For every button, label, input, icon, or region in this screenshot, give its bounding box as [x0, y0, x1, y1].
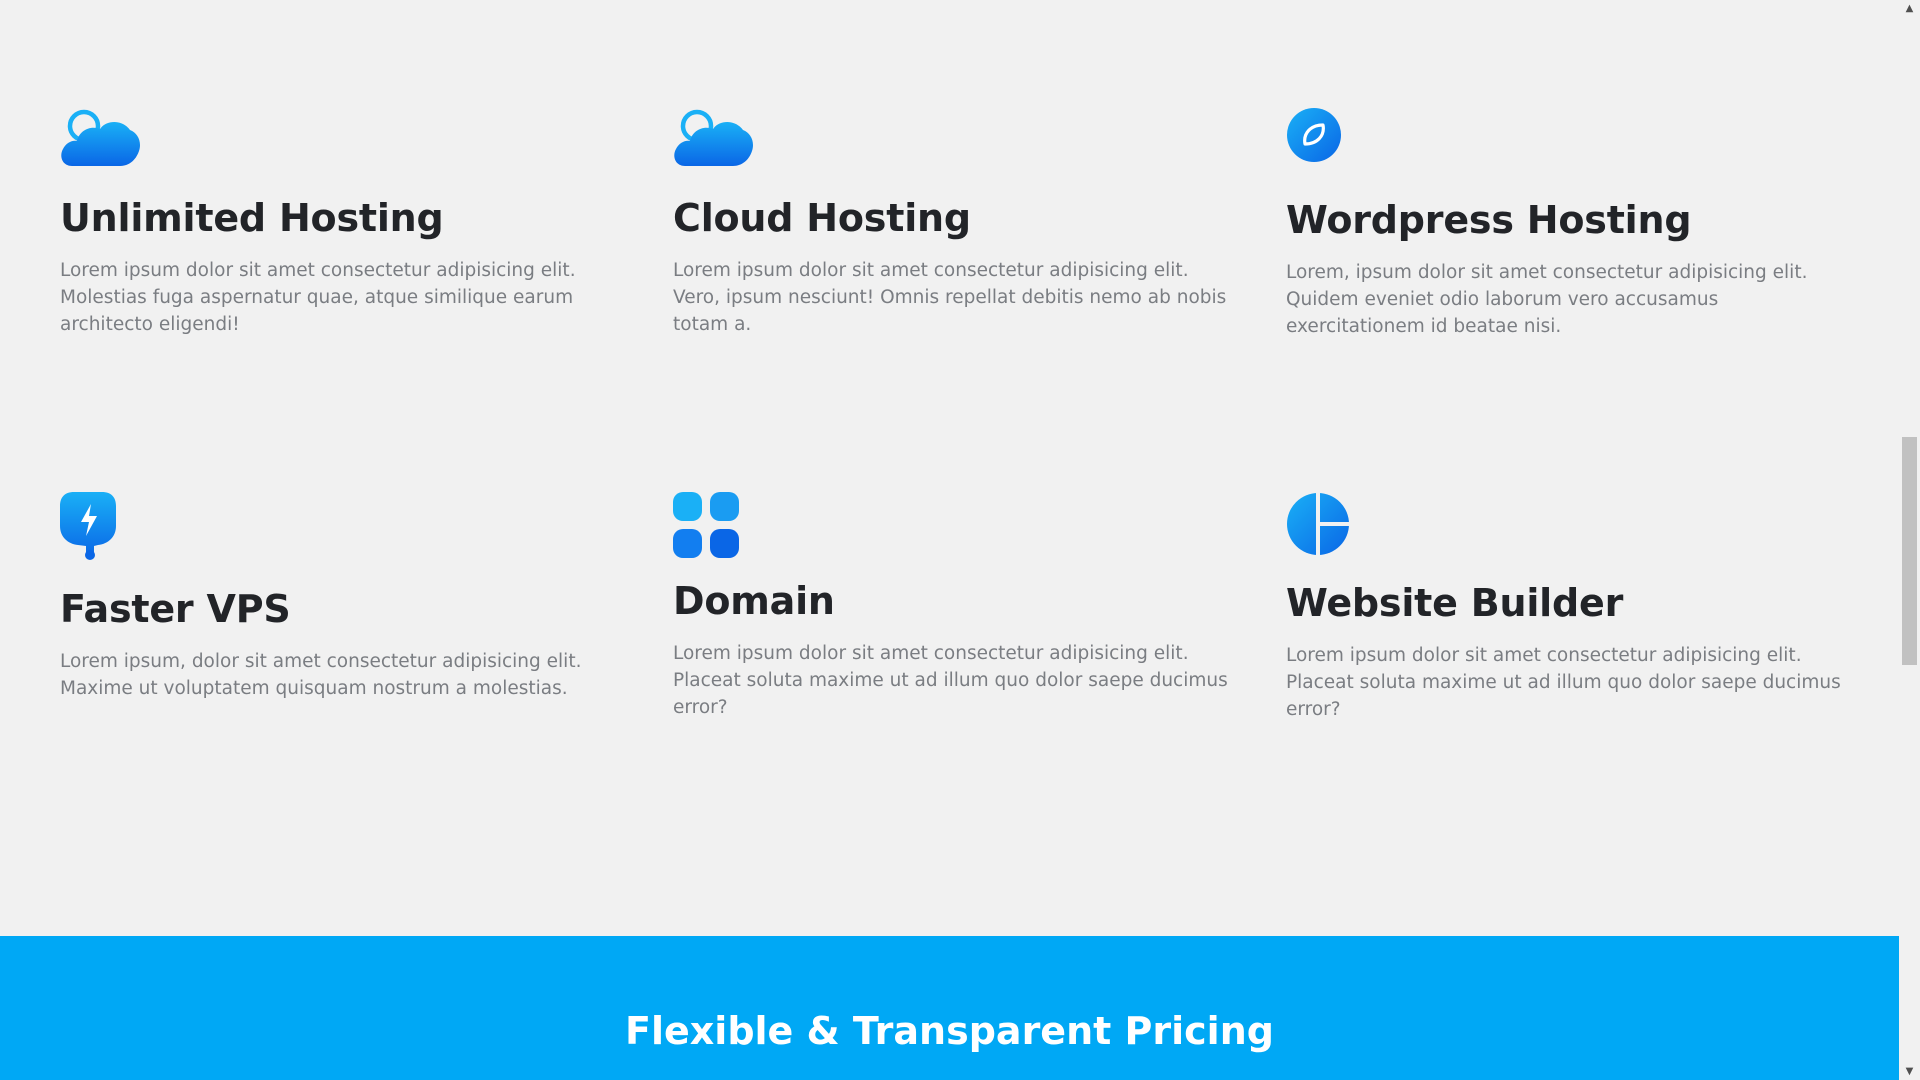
feature-description: Lorem ipsum dolor sit amet consectetur a… [60, 260, 576, 335]
feature-description: Lorem ipsum dolor sit amet consectetur a… [673, 260, 1227, 335]
feature-description: Lorem ipsum dolor sit amet consectetur a… [673, 643, 1228, 718]
feature-description: Lorem ipsum, dolor sit amet consectetur … [60, 651, 582, 699]
feature-card-domain: Domain Lorem ipsum dolor sit amet consec… [673, 492, 1233, 721]
lightning-pin-icon [60, 492, 140, 562]
feature-title: Wordpress Hosting [1286, 198, 1692, 242]
cloud-icon [673, 107, 753, 177]
feature-card-website-builder: Website Builder Lorem ipsum dolor sit am… [1286, 492, 1846, 723]
feature-title: Website Builder [1286, 581, 1624, 625]
features-section: Unlimited Hosting Lorem ipsum dolor sit … [60, 0, 1900, 936]
scrollbar-thumb[interactable] [1902, 437, 1917, 665]
layout-circle-icon [1286, 492, 1366, 562]
scroll-down-arrow[interactable]: ▼ [1899, 1063, 1920, 1080]
pricing-title: Flexible & Transparent Pricing [625, 1009, 1274, 1053]
feature-card-cloud-hosting: Cloud Hosting Lorem ipsum dolor sit amet… [673, 107, 1233, 338]
cloud-icon [60, 107, 140, 177]
vertical-scrollbar[interactable]: ▲ ▼ [1899, 0, 1920, 1080]
feature-description: Lorem ipsum dolor sit amet consectetur a… [1286, 645, 1841, 720]
apps-grid-icon [673, 492, 753, 562]
feature-title: Domain [673, 579, 835, 623]
feature-description: Lorem, ipsum dolor sit amet consectetur … [1286, 262, 1808, 337]
leaf-circle-icon [1286, 107, 1366, 177]
feature-card-unlimited-hosting: Unlimited Hosting Lorem ipsum dolor sit … [60, 107, 620, 338]
feature-title: Unlimited Hosting [60, 196, 444, 240]
browser-viewport: Unlimited Hosting Lorem ipsum dolor sit … [0, 0, 1920, 1080]
feature-card-wordpress-hosting: Wordpress Hosting Lorem, ipsum dolor sit… [1286, 107, 1846, 340]
feature-title: Cloud Hosting [673, 196, 971, 240]
feature-card-faster-vps: Faster VPS Lorem ipsum, dolor sit amet c… [60, 492, 620, 702]
pricing-section: Flexible & Transparent Pricing [0, 936, 1899, 1080]
scroll-up-arrow[interactable]: ▲ [1899, 0, 1920, 17]
feature-title: Faster VPS [60, 587, 291, 631]
page: Unlimited Hosting Lorem ipsum dolor sit … [0, 0, 1899, 1080]
